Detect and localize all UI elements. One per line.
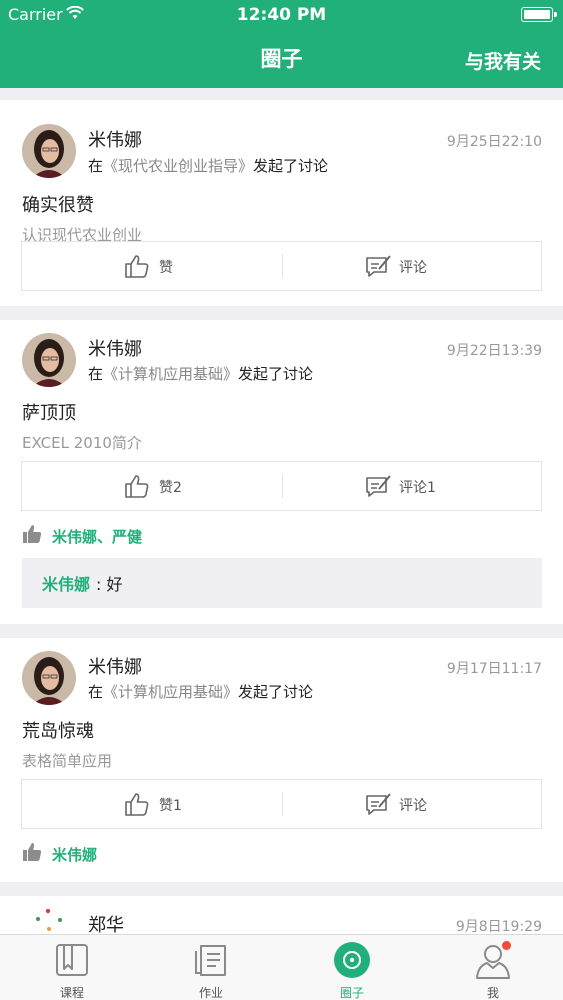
post-actions: 赞1 评论: [21, 779, 542, 829]
avatar[interactable]: [22, 124, 76, 178]
thumbs-up-icon: [125, 793, 149, 816]
tab-label: 圈子: [339, 986, 364, 1000]
course-link[interactable]: 《计算机应用基础》: [103, 365, 238, 383]
comment-label: 评论1: [399, 480, 436, 496]
comment-button[interactable]: 评论: [282, 242, 542, 290]
tab-homework[interactable]: 作业: [141, 935, 281, 1000]
post-title[interactable]: 荒岛惊魂: [22, 717, 94, 743]
post-description: 在《计算机应用基础》发起了讨论: [88, 363, 313, 384]
comment-icon: [366, 255, 391, 277]
comment-author[interactable]: 米伟娜: [42, 571, 90, 595]
desc-suffix: 发起了讨论: [238, 365, 314, 383]
thumbs-up-filled-icon: [23, 525, 42, 543]
thumbs-up-icon: [125, 255, 149, 278]
tab-courses[interactable]: 课程: [2, 935, 142, 1000]
comment-text: : 好: [96, 575, 123, 594]
notification-badge: [502, 941, 511, 950]
comment-icon: [366, 475, 391, 497]
like-label: 赞: [159, 260, 173, 276]
like-label: 赞2: [159, 480, 182, 496]
author-name[interactable]: 郑华: [88, 911, 124, 934]
like-button[interactable]: 赞: [22, 242, 282, 290]
desc-prefix: 在: [88, 157, 104, 175]
post-card[interactable]: 米伟娜 9月25日22:10 在《现代农业创业指导》发起了讨论 确实很赞 认识现…: [0, 100, 563, 306]
avatar-photo: [22, 124, 76, 178]
book-icon: [56, 944, 88, 976]
comment-label: 评论: [399, 260, 427, 276]
comment-icon: [366, 793, 391, 815]
tab-label: 课程: [59, 986, 84, 1000]
likers-names[interactable]: 米伟娜: [52, 844, 97, 865]
comment-button[interactable]: 评论: [282, 780, 542, 828]
avatar-photo: [22, 651, 76, 705]
post-time: 9月17日11:17: [446, 661, 542, 677]
post-subtitle: EXCEL 2010简介: [22, 434, 142, 452]
post-title[interactable]: 萨顶顶: [22, 399, 76, 425]
post-actions: 赞2 评论1: [21, 461, 542, 511]
post-card[interactable]: 郑华 9月8日19:29: [0, 896, 563, 934]
post-card[interactable]: 米伟娜 9月22日13:39 在《计算机应用基础》发起了讨论 萨顶顶 EXCEL…: [0, 320, 563, 624]
thumbs-up-icon: [125, 475, 149, 498]
author-name[interactable]: 米伟娜: [88, 335, 142, 361]
status-bar: Carrier 12:40 PM: [0, 0, 563, 30]
desc-suffix: 发起了讨论: [238, 683, 314, 701]
post-time: 9月22日13:39: [446, 343, 542, 359]
post-description: 在《现代农业创业指导》发起了讨论: [88, 155, 328, 176]
tab-bar: 课程 作业 圈子 我: [0, 934, 563, 1000]
feed[interactable]: 米伟娜 9月25日22:10 在《现代农业创业指导》发起了讨论 确实很赞 认识现…: [0, 88, 563, 934]
avatar-photo: [22, 909, 76, 934]
avatar[interactable]: [22, 333, 76, 387]
post-subtitle: 表格简单应用: [22, 752, 113, 770]
like-button[interactable]: 赞1: [22, 780, 282, 828]
battery-icon: [521, 7, 557, 22]
likers-names[interactable]: 米伟娜、严健: [52, 526, 142, 547]
post-title[interactable]: 确实很赞: [22, 191, 94, 217]
like-button[interactable]: 赞2: [22, 462, 282, 510]
avatar[interactable]: [22, 651, 76, 705]
tab-label: 作业: [198, 986, 223, 1000]
course-link[interactable]: 《现代农业创业指导》: [103, 157, 253, 175]
related-to-me-button[interactable]: 与我有关: [465, 47, 541, 74]
tab-circle[interactable]: 圈子: [282, 935, 422, 1000]
thumbs-up-filled-icon: [23, 843, 42, 861]
avatar-photo: [22, 333, 76, 387]
avatar[interactable]: [22, 909, 76, 934]
desc-suffix: 发起了讨论: [253, 157, 329, 175]
course-link[interactable]: 《计算机应用基础》: [103, 683, 238, 701]
like-label: 赞1: [159, 798, 182, 814]
circle-icon: [334, 942, 370, 978]
header: Carrier 12:40 PM 圈子 与我有关: [0, 0, 563, 88]
post-card[interactable]: 米伟娜 9月17日11:17 在《计算机应用基础》发起了讨论 荒岛惊魂 表格简单…: [0, 638, 563, 882]
author-name[interactable]: 米伟娜: [88, 126, 142, 152]
comment-button[interactable]: 评论1: [282, 462, 542, 510]
comment-label: 评论: [399, 798, 427, 814]
post-time: 9月8日19:29: [455, 919, 542, 934]
document-icon: [195, 945, 226, 976]
post-time: 9月25日22:10: [446, 134, 542, 150]
comment-item[interactable]: 米伟娜 : 好: [22, 558, 542, 608]
clock: 12:40 PM: [236, 5, 327, 25]
tab-me[interactable]: 我: [423, 935, 563, 1000]
tab-label: 我: [486, 986, 499, 1000]
desc-prefix: 在: [88, 365, 104, 383]
post-description: 在《计算机应用基础》发起了讨论: [88, 681, 313, 702]
desc-prefix: 在: [88, 683, 104, 701]
author-name[interactable]: 米伟娜: [88, 653, 142, 679]
post-actions: 赞 评论: [21, 241, 542, 291]
